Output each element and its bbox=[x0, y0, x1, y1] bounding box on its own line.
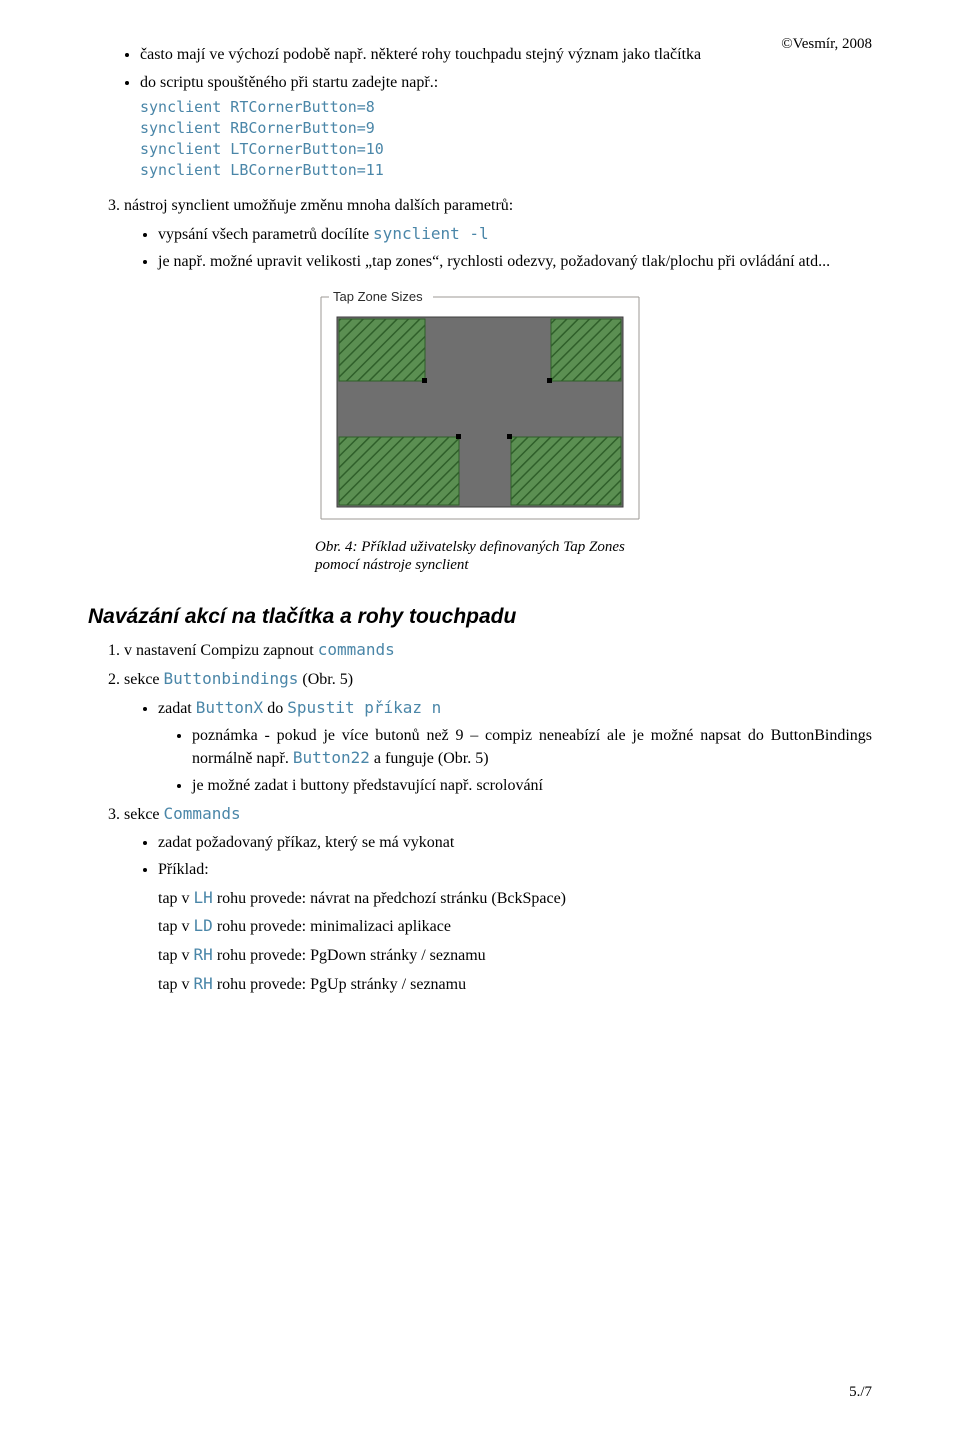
list-item: nástroj synclient umožňuje změnu mnoha d… bbox=[124, 195, 872, 273]
code-line: synclient LBCornerButton=11 bbox=[140, 160, 872, 181]
inner-bullets: zadat požadovaný příkaz, který se má vyk… bbox=[124, 832, 872, 996]
list-item: sekce Buttonbindings (Obr. 5) zadat Butt… bbox=[124, 668, 872, 797]
legend-label: Tap Zone Sizes bbox=[333, 289, 423, 304]
example-block: tap v LH rohu provede: návrat na předcho… bbox=[158, 887, 872, 995]
list-item: v nastavení Compizu zapnout commands bbox=[124, 639, 872, 662]
text: rohu provede: minimalizaci aplikace bbox=[213, 918, 451, 935]
bullet-item: do scriptu spouštěného při startu zadejt… bbox=[140, 72, 872, 182]
text: zadat bbox=[158, 700, 196, 717]
bullet-item: často mají ve výchozí podobě např. někte… bbox=[140, 44, 872, 66]
item-lead: nástroj synclient umožňuje změnu mnoha d… bbox=[124, 197, 513, 214]
numbered-list: nástroj synclient umožňuje změnu mnoha d… bbox=[88, 195, 872, 273]
inline-code: Spustit příkaz n bbox=[287, 698, 441, 717]
list-item: sekce Commands zadat požadovaný příkaz, … bbox=[124, 803, 872, 995]
example-line: tap v RH rohu provede: PgDown stránky / … bbox=[158, 944, 872, 967]
example-line: tap v LD rohu provede: minimalizaci apli… bbox=[158, 915, 872, 938]
text: tap v bbox=[158, 918, 194, 935]
text: (Obr. 5) bbox=[298, 671, 353, 688]
text: rohu provede: PgDown stránky / seznamu bbox=[213, 947, 486, 964]
inner-bullets: zadat ButtonX do Spustit příkaz n poznám… bbox=[124, 697, 872, 797]
code-line: synclient RBCornerButton=9 bbox=[140, 118, 872, 139]
text: do bbox=[263, 700, 287, 717]
inline-code: synclient -l bbox=[373, 224, 489, 243]
text: tap v bbox=[158, 976, 194, 993]
code-line: synclient RTCornerButton=8 bbox=[140, 97, 872, 118]
inline-code: RH bbox=[194, 974, 213, 993]
page-number: 5./7 bbox=[849, 1382, 872, 1402]
code-line: synclient LTCornerButton=10 bbox=[140, 139, 872, 160]
tap-zones-figure: Tap Zone Sizes bbox=[315, 287, 645, 525]
bullet-item: vypsání všech parametrů docílíte synclie… bbox=[158, 223, 872, 246]
inline-code: Commands bbox=[164, 804, 241, 823]
text: sekce bbox=[124, 806, 164, 823]
example-line: tap v LH rohu provede: návrat na předcho… bbox=[158, 887, 872, 910]
inline-code: ButtonX bbox=[196, 698, 263, 717]
bullet-item: poznámka - pokud je více butonů než 9 – … bbox=[192, 725, 872, 769]
bullet-item: zadat ButtonX do Spustit příkaz n poznám… bbox=[158, 697, 872, 797]
inline-code: RH bbox=[194, 945, 213, 964]
text: tap v bbox=[158, 947, 194, 964]
bullet-item: Příklad: tap v LH rohu provede: návrat n… bbox=[158, 859, 872, 995]
text: sekce bbox=[124, 671, 164, 688]
figure-caption: Obr. 4: Příklad uživatelsky definovaných… bbox=[315, 538, 645, 576]
text: Příklad: bbox=[158, 861, 209, 878]
bullet-text: do scriptu spouštěného při startu zadejt… bbox=[140, 74, 438, 91]
text: tap v bbox=[158, 890, 194, 907]
text: vypsání všech parametrů docílíte bbox=[158, 226, 373, 243]
bullet-item: je možné zadat i buttony představující n… bbox=[192, 775, 872, 797]
section-numbered-list: v nastavení Compizu zapnout commands sek… bbox=[88, 639, 872, 995]
bullet-item: je např. možné upravit velikosti „tap zo… bbox=[158, 251, 872, 273]
inline-code: Buttonbindings bbox=[164, 669, 299, 688]
intro-bullets: často mají ve výchozí podobě např. někte… bbox=[88, 44, 872, 181]
figure-wrapper: Tap Zone Sizes Obr. 4: Příklad uživatels… bbox=[88, 287, 872, 575]
copyright-text: ©Vesmír, 2008 bbox=[781, 34, 872, 54]
bullet-item: zadat požadovaný příkaz, který se má vyk… bbox=[158, 832, 872, 854]
text: rohu provede: PgUp stránky / seznamu bbox=[213, 976, 466, 993]
example-line: tap v RH rohu provede: PgUp stránky / se… bbox=[158, 973, 872, 996]
section-heading: Navázání akcí na tlačítka a rohy touchpa… bbox=[88, 603, 872, 631]
inline-code: LD bbox=[194, 916, 213, 935]
inner-bullets-level2: poznámka - pokud je více butonů než 9 – … bbox=[158, 725, 872, 797]
document-body: často mají ve výchozí podobě např. někte… bbox=[88, 44, 872, 995]
text: v nastavení Compizu zapnout bbox=[124, 642, 318, 659]
code-block: synclient RTCornerButton=8 synclient RBC… bbox=[140, 97, 872, 181]
inline-code: commands bbox=[318, 640, 395, 659]
text: rohu provede: návrat na předchozí stránk… bbox=[213, 890, 566, 907]
inline-code: Button22 bbox=[293, 748, 370, 767]
inner-bullets: vypsání všech parametrů docílíte synclie… bbox=[124, 223, 872, 273]
inline-code: LH bbox=[194, 888, 213, 907]
text: a funguje (Obr. 5) bbox=[370, 750, 489, 767]
